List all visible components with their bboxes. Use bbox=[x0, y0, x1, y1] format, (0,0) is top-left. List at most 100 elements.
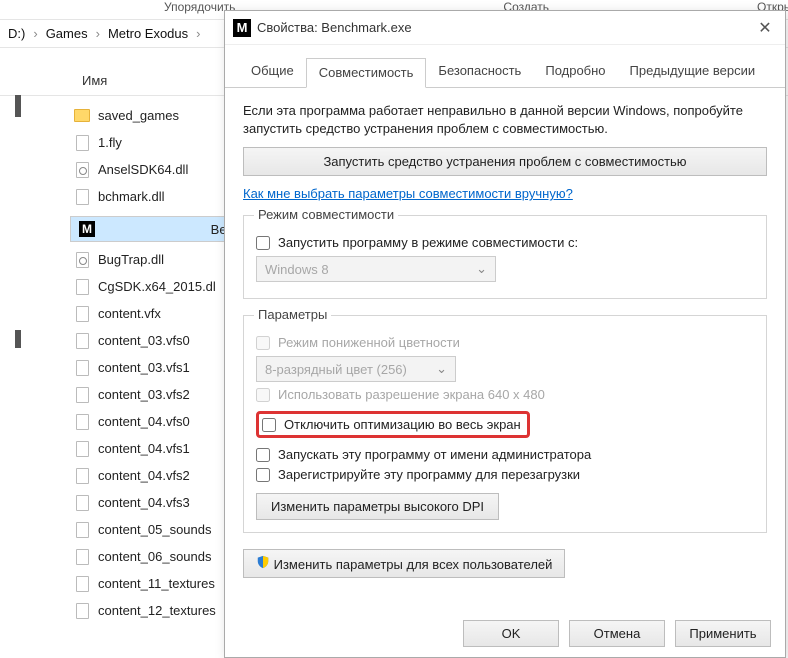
file-name: content_06_sounds bbox=[98, 549, 211, 564]
fullscreen-opt-highlight: Отключить оптимизацию во весь экран bbox=[256, 411, 530, 438]
change-dpi-button[interactable]: Изменить параметры высокого DPI bbox=[256, 493, 499, 520]
tab-previous[interactable]: Предыдущие версии bbox=[618, 57, 768, 87]
params-legend: Параметры bbox=[254, 307, 331, 322]
tree-marker bbox=[15, 95, 21, 117]
compat-os-select: Windows 8 ⌄ bbox=[256, 256, 496, 282]
file-name: saved_games bbox=[98, 108, 179, 123]
tab-security[interactable]: Безопасность bbox=[426, 57, 533, 87]
chk-disable-fullscreen-opt[interactable]: Отключить оптимизацию во весь экран bbox=[262, 417, 521, 432]
file-icon bbox=[74, 522, 90, 538]
chevron-right-icon: › bbox=[29, 26, 41, 41]
change-all-users-button[interactable]: Изменить параметры для всех пользователе… bbox=[243, 549, 565, 578]
file-icon bbox=[74, 495, 90, 511]
chk-reduced-color-label: Режим пониженной цветности bbox=[278, 335, 460, 350]
chk-640x480: Использовать разрешение экрана 640 х 480 bbox=[256, 387, 754, 402]
apply-button[interactable]: Применить bbox=[675, 620, 771, 647]
file-name: AnselSDK64.dll bbox=[98, 162, 188, 177]
compat-mode-group: Режим совместимости Запустить программу … bbox=[243, 215, 767, 299]
file-row[interactable]: content_03.vfs1 bbox=[70, 354, 220, 381]
chk-disable-fullscreen-opt-input[interactable] bbox=[262, 418, 276, 432]
file-name: content_04.vfs2 bbox=[98, 468, 190, 483]
file-row[interactable]: bchmark.dll bbox=[70, 183, 220, 210]
compat-mode-legend: Режим совместимости bbox=[254, 207, 398, 222]
cancel-button[interactable]: Отмена bbox=[569, 620, 665, 647]
tab-general[interactable]: Общие bbox=[239, 57, 306, 87]
file-icon bbox=[74, 306, 90, 322]
compat-os-value: Windows 8 bbox=[265, 262, 329, 277]
ok-button[interactable]: OK bbox=[463, 620, 559, 647]
file-row[interactable]: content_04.vfs3 bbox=[70, 489, 220, 516]
chk-compat-mode-label: Запустить программу в режиме совместимос… bbox=[278, 235, 578, 250]
file-name: content_04.vfs1 bbox=[98, 441, 190, 456]
file-name: content_04.vfs3 bbox=[98, 495, 190, 510]
file-name: content_04.vfs0 bbox=[98, 414, 190, 429]
chk-run-as-admin-label: Запускать эту программу от имени админис… bbox=[278, 447, 591, 462]
file-row[interactable]: CgSDK.x64_2015.dll bbox=[70, 273, 220, 300]
chk-compat-mode[interactable]: Запустить программу в режиме совместимос… bbox=[256, 235, 754, 250]
tab-compatibility[interactable]: Совместимость bbox=[306, 58, 427, 88]
chk-reduced-color-input bbox=[256, 336, 270, 350]
file-name: content_03.vfs1 bbox=[98, 360, 190, 375]
app-icon: M bbox=[233, 19, 251, 37]
file-row[interactable]: saved_games bbox=[70, 102, 220, 129]
compat-page: Если эта программа работает неправильно … bbox=[225, 88, 785, 578]
dialog-title: Свойства: Benchmark.exe bbox=[257, 20, 745, 35]
tree-marker bbox=[15, 330, 21, 348]
tab-details[interactable]: Подробно bbox=[533, 57, 617, 87]
column-name[interactable]: Имя bbox=[60, 73, 220, 88]
file-icon bbox=[74, 333, 90, 349]
file-name: content_05_sounds bbox=[98, 522, 211, 537]
file-row[interactable]: content_03.vfs0 bbox=[70, 327, 220, 354]
file-name: content.vfx bbox=[98, 306, 161, 321]
close-icon[interactable]: ✕ bbox=[745, 18, 785, 38]
change-all-users-label: Изменить параметры для всех пользователе… bbox=[274, 557, 553, 572]
file-row[interactable]: content_04.vfs0 bbox=[70, 408, 220, 435]
file-icon bbox=[74, 549, 90, 565]
intro-text: Если эта программа работает неправильно … bbox=[243, 102, 767, 137]
titlebar[interactable]: M Свойства: Benchmark.exe ✕ bbox=[225, 11, 785, 45]
file-row[interactable]: content_04.vfs1 bbox=[70, 435, 220, 462]
crumb-metro[interactable]: Metro Exodus bbox=[104, 24, 192, 43]
crumb-drive[interactable]: D:) bbox=[4, 24, 29, 43]
file-row[interactable]: content_06_sounds bbox=[70, 543, 220, 570]
file-row[interactable]: 1.fly bbox=[70, 129, 220, 156]
file-icon bbox=[74, 135, 90, 151]
chk-run-as-admin-input[interactable] bbox=[256, 448, 270, 462]
file-name: bchmark.dll bbox=[98, 189, 164, 204]
dll-icon bbox=[74, 162, 90, 178]
file-icon bbox=[74, 441, 90, 457]
color-depth-select: 8-разрядный цвет (256) ⌄ bbox=[256, 356, 456, 382]
file-name: CgSDK.x64_2015.dll bbox=[98, 279, 216, 294]
file-name: content_12_textures bbox=[98, 603, 216, 618]
chk-register-restart[interactable]: Зарегистрируйте эту программу для переза… bbox=[256, 467, 754, 482]
crumb-games[interactable]: Games bbox=[42, 24, 92, 43]
file-row[interactable]: content.vfx bbox=[70, 300, 220, 327]
file-name: content_11_textures bbox=[98, 576, 215, 591]
chk-compat-mode-input[interactable] bbox=[256, 236, 270, 250]
color-depth-value: 8-разрядный цвет (256) bbox=[265, 362, 407, 377]
file-row[interactable]: content_11_textures bbox=[70, 570, 220, 597]
file-icon bbox=[74, 189, 90, 205]
file-icon bbox=[74, 414, 90, 430]
file-icon bbox=[74, 360, 90, 376]
tabstrip: Общие Совместимость Безопасность Подробн… bbox=[225, 45, 785, 88]
file-row[interactable]: content_05_sounds bbox=[70, 516, 220, 543]
exe-icon: M bbox=[79, 221, 95, 237]
file-row[interactable]: AnselSDK64.dll bbox=[70, 156, 220, 183]
chevron-right-icon: › bbox=[92, 26, 104, 41]
chevron-down-icon: ⌄ bbox=[476, 261, 487, 277]
file-row[interactable]: BugTrap.dll bbox=[70, 246, 220, 273]
file-row[interactable]: content_04.vfs2 bbox=[70, 462, 220, 489]
file-icon bbox=[74, 603, 90, 619]
file-name: BugTrap.dll bbox=[98, 252, 164, 267]
chk-reduced-color: Режим пониженной цветности bbox=[256, 335, 754, 350]
file-row[interactable]: content_03.vfs2 bbox=[70, 381, 220, 408]
manual-link[interactable]: Как мне выбрать параметры совместимости … bbox=[243, 186, 573, 201]
run-troubleshooter-button[interactable]: Запустить средство устранения проблем с … bbox=[243, 147, 767, 176]
chk-register-restart-label: Зарегистрируйте эту программу для переза… bbox=[278, 467, 580, 482]
folder-icon bbox=[74, 108, 90, 124]
file-name: 1.fly bbox=[98, 135, 122, 150]
chk-run-as-admin[interactable]: Запускать эту программу от имени админис… bbox=[256, 447, 754, 462]
file-row[interactable]: content_12_textures bbox=[70, 597, 220, 624]
chk-register-restart-input[interactable] bbox=[256, 468, 270, 482]
